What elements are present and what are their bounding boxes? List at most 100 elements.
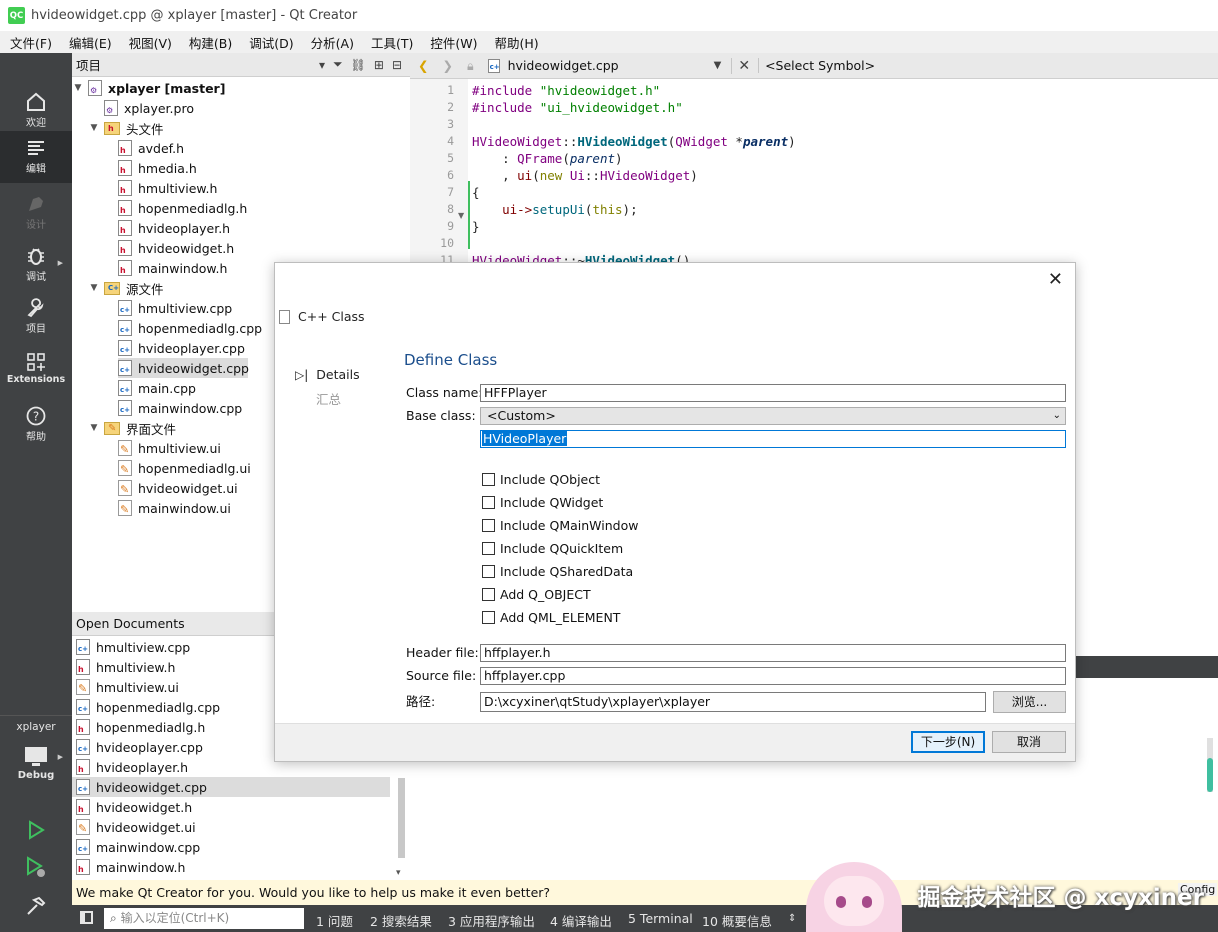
path-input[interactable]: D:\xcyxiner\qtStudy\xplayer\xplayer (480, 692, 986, 712)
tree-folder-headers[interactable]: ▼ h 头文件 (88, 118, 164, 138)
checkbox-box[interactable] (482, 542, 495, 555)
tree-project-root[interactable]: ▼ ⚙ xplayer [master] (72, 78, 225, 98)
tree-folder-forms[interactable]: ▼ ✎ 界面文件 (88, 418, 176, 438)
scroll-down-icon[interactable]: ▾ (396, 868, 401, 878)
tree-item-source[interactable]: c+ mainwindow.cpp (118, 398, 242, 418)
mode-debug[interactable]: 调试 ▶ (0, 239, 72, 291)
option-checkbox[interactable]: Include QMainWindow (482, 518, 638, 533)
side-scrollbar[interactable] (1207, 738, 1213, 792)
option-checkbox[interactable]: Add Q_OBJECT (482, 587, 591, 602)
menu-build[interactable]: 构建(B) (179, 33, 239, 52)
next-button[interactable]: 下一步(N) (911, 731, 985, 753)
mode-help[interactable]: ? 帮助 (0, 399, 72, 451)
tab-search-results[interactable]: 2 搜索结果 (370, 911, 432, 930)
file-dropdown-icon[interactable]: ▼ (714, 60, 722, 71)
expand-arrow-icon[interactable]: ▼ (88, 423, 100, 433)
editor-file-name[interactable]: hvideowidget.cpp (508, 58, 714, 73)
menu-analyze[interactable]: 分析(A) (301, 33, 361, 52)
source-file-input[interactable]: hffplayer.cpp (480, 667, 1066, 685)
scroll-thumb[interactable] (398, 778, 405, 858)
menu-tools[interactable]: 工具(T) (361, 33, 420, 52)
checkbox-box[interactable] (482, 473, 495, 486)
close-document-icon[interactable]: ✕ (731, 57, 750, 74)
tree-item-form[interactable]: ✎ hvideowidget.ui (118, 478, 238, 498)
menu-file[interactable]: 文件(F) (0, 33, 59, 52)
close-icon[interactable]: ✕ (1048, 269, 1063, 290)
tree-item-source[interactable]: c+ main.cpp (118, 378, 196, 398)
tree-folder-sources[interactable]: ▼ C+ 源文件 (88, 278, 164, 298)
locator-input[interactable]: ⌕ 输入以定位(Ctrl+K) (104, 908, 304, 929)
sync-link-icon[interactable]: ⛓ (351, 58, 366, 72)
expand-arrow-icon[interactable]: ▼ (88, 283, 100, 293)
browse-button[interactable]: 浏览... (993, 691, 1066, 713)
mode-extensions[interactable]: Extensions (0, 345, 72, 397)
menu-edit[interactable]: 编辑(E) (59, 33, 119, 52)
menu-widgets[interactable]: 控件(W) (420, 33, 484, 52)
expand-arrow-icon[interactable]: ▼ (88, 123, 100, 133)
custom-base-class-input[interactable]: HVideoPlayer (480, 430, 1066, 448)
open-document-item[interactable]: ✎ hvideowidget.ui (76, 817, 196, 837)
option-checkbox[interactable]: Include QSharedData (482, 564, 633, 579)
open-document-item[interactable]: h mainwindow.h (76, 857, 185, 877)
open-document-item[interactable]: h hopenmediadlg.h (76, 717, 205, 737)
option-checkbox[interactable]: Include QObject (482, 472, 600, 487)
option-checkbox[interactable]: Include QQuickItem (482, 541, 623, 556)
cancel-button[interactable]: 取消 (992, 731, 1066, 753)
open-document-item[interactable]: c+ hopenmediadlg.cpp (76, 697, 220, 717)
header-file-input[interactable]: hffplayer.h (480, 644, 1066, 662)
tree-item-header[interactable]: h hvideowidget.h (118, 238, 234, 258)
tree-item-source[interactable]: c+ hopenmediadlg.cpp (118, 318, 262, 338)
checkbox-box[interactable] (482, 611, 495, 624)
tree-item-header[interactable]: h hvideoplayer.h (118, 218, 230, 238)
open-document-item[interactable]: h hmultiview.h (76, 657, 175, 677)
nav-forward-icon[interactable]: ❯ (442, 58, 452, 73)
mode-edit[interactable]: 编辑 (0, 131, 72, 183)
base-class-select[interactable]: <Custom> ⌄ (480, 407, 1066, 425)
tree-item-pro[interactable]: ⚙ xplayer.pro (104, 98, 194, 118)
open-document-item[interactable]: c+ hvideowidget.cpp (72, 777, 390, 797)
fold-marker-icon[interactable]: ▼ (458, 211, 464, 220)
tab-general-messages[interactable]: 10 概要信息 (702, 911, 772, 930)
tab-compile-output[interactable]: 4 编译输出 (550, 911, 612, 930)
scroll-thumb[interactable] (1207, 758, 1213, 792)
open-document-item[interactable]: c+ hvideoplayer.cpp (76, 737, 203, 757)
tree-item-header[interactable]: h hmedia.h (118, 158, 197, 178)
checkbox-box[interactable] (482, 588, 495, 601)
menu-debug[interactable]: 调试(D) (239, 33, 300, 52)
open-document-item[interactable]: ✎ hmultiview.ui (76, 677, 179, 697)
tree-item-source[interactable]: c+ hvideowidget.cpp (118, 358, 249, 378)
open-document-item[interactable]: h hvideoplayer.h (76, 757, 188, 777)
tree-item-source[interactable]: c+ hvideoplayer.cpp (118, 338, 245, 358)
tree-item-form[interactable]: ✎ mainwindow.ui (118, 498, 231, 518)
nav-back-icon[interactable]: ❮ (418, 58, 428, 73)
toggle-sidebar-icon[interactable] (80, 911, 93, 924)
mode-welcome[interactable]: 欢迎 (0, 85, 72, 137)
checkbox-box[interactable] (482, 565, 495, 578)
tab-terminal[interactable]: 5 Terminal (628, 911, 693, 926)
class-name-input[interactable]: HFFPlayer (480, 384, 1066, 402)
tree-item-header[interactable]: h avdef.h (118, 138, 184, 158)
option-checkbox[interactable]: Include QWidget (482, 495, 603, 510)
tab-issues[interactable]: 1 问题 (316, 911, 353, 930)
expand-arrow-icon[interactable]: ▼ (72, 83, 84, 93)
tree-item-form[interactable]: ✎ hopenmediadlg.ui (118, 458, 251, 478)
menu-help[interactable]: 帮助(H) (484, 33, 545, 52)
open-document-item[interactable]: c+ hmultiview.cpp (76, 637, 190, 657)
debug-run-button[interactable] (0, 849, 72, 883)
mode-design[interactable]: 设计 (0, 187, 72, 239)
tree-item-source[interactable]: c+ hmultiview.cpp (118, 298, 232, 318)
tree-item-header[interactable]: h mainwindow.h (118, 258, 227, 278)
menu-view[interactable]: 视图(V) (119, 33, 179, 52)
open-document-item[interactable]: c+ mainwindow.cpp (76, 837, 200, 857)
split-icon[interactable]: ⊞ (374, 58, 384, 72)
mode-projects[interactable]: 项目 (0, 291, 72, 343)
build-button[interactable] (0, 889, 72, 921)
close-pane-icon[interactable]: ⊟ (392, 58, 402, 72)
checkbox-box[interactable] (482, 496, 495, 509)
more-tabs-icon[interactable]: ⇕ (788, 913, 796, 924)
kit-selector[interactable]: Debug ▶ (0, 739, 72, 795)
filter-icon[interactable]: ⏷ (333, 57, 343, 72)
run-button[interactable] (0, 813, 72, 845)
dropdown-arrow-icon[interactable]: ▾ (319, 58, 325, 72)
open-document-item[interactable]: h hvideowidget.h (76, 797, 192, 817)
